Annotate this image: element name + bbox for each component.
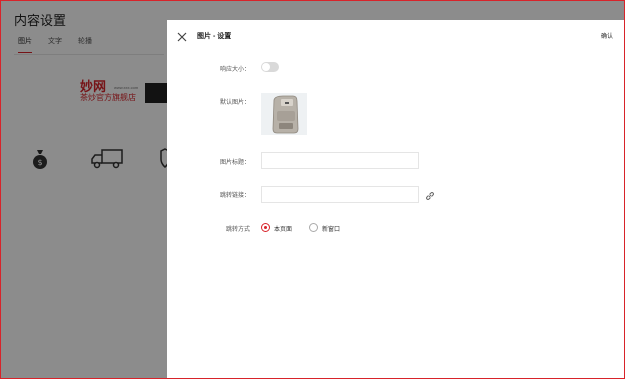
window-frame (0, 0, 625, 379)
